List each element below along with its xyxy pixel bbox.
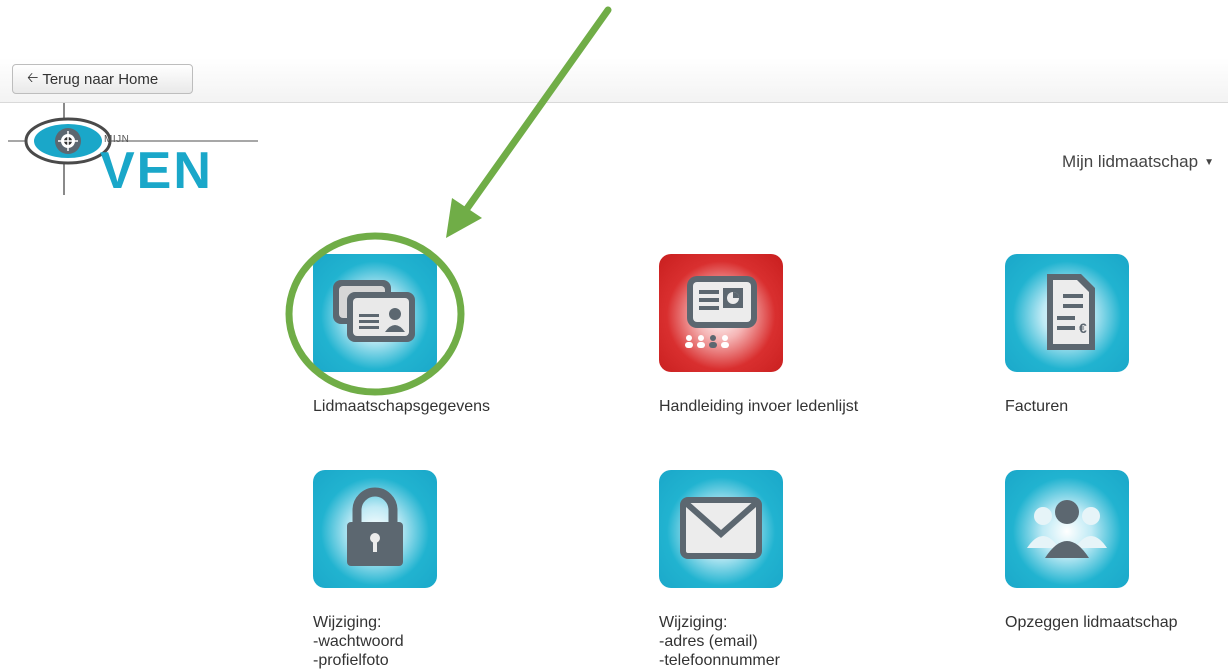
tile-invoices-label[interactable]: Facturen — [1005, 397, 1068, 416]
tile-cancel-membership[interactable] — [1005, 470, 1129, 588]
tile-membership-details-label[interactable]: Lidmaatschapsgegevens — [313, 397, 490, 416]
annotation-arrow — [462, 6, 612, 214]
invoice-icon: € — [1047, 274, 1095, 350]
tile-member-list-manual[interactable] — [659, 254, 783, 372]
tile-invoices[interactable]: € — [1005, 254, 1129, 372]
lock-icon — [347, 487, 403, 566]
users-icon — [1027, 500, 1107, 558]
tile-change-password[interactable] — [313, 470, 437, 588]
tile-change-password-label[interactable]: Wijziging: -wachtwoord -profielfoto — [313, 613, 404, 670]
account-menu-label: Mijn lidmaatschap — [1062, 152, 1199, 171]
tile-cancel-membership-label[interactable]: Opzeggen lidmaatschap — [1005, 613, 1178, 632]
label-line: -adres (email) — [659, 633, 758, 650]
annotation-arrowhead — [446, 198, 482, 238]
tile-change-address[interactable] — [659, 470, 783, 588]
back-to-home-button[interactable]: 🡠 Terug naar Home — [12, 64, 193, 94]
label-line: Wijziging: — [659, 614, 728, 631]
label-line: -profielfoto — [313, 652, 389, 669]
account-menu-dropdown[interactable]: Mijn lidmaatschap ▼ — [1062, 152, 1214, 172]
arrow-left-icon: 🡠 — [27, 69, 39, 85]
label-line: -telefoonnummer — [659, 652, 780, 669]
id-cards-icon — [333, 280, 415, 342]
svg-text:€: € — [1079, 320, 1087, 336]
presentation-icon — [685, 276, 757, 348]
tile-membership-details[interactable] — [313, 254, 437, 372]
logo-ven-text: VEN — [100, 142, 213, 200]
back-button-label: Terug naar Home — [42, 70, 159, 88]
tile-change-address-label[interactable]: Wijziging: -adres (email) -telefoonnumme… — [659, 613, 780, 670]
envelope-icon — [680, 497, 762, 559]
label-line: -wachtwoord — [313, 633, 404, 650]
caret-down-icon: ▼ — [1204, 157, 1214, 169]
tile-member-list-manual-label[interactable]: Handleiding invoer ledenlijst — [659, 397, 858, 416]
label-line: Wijziging: — [313, 614, 382, 631]
